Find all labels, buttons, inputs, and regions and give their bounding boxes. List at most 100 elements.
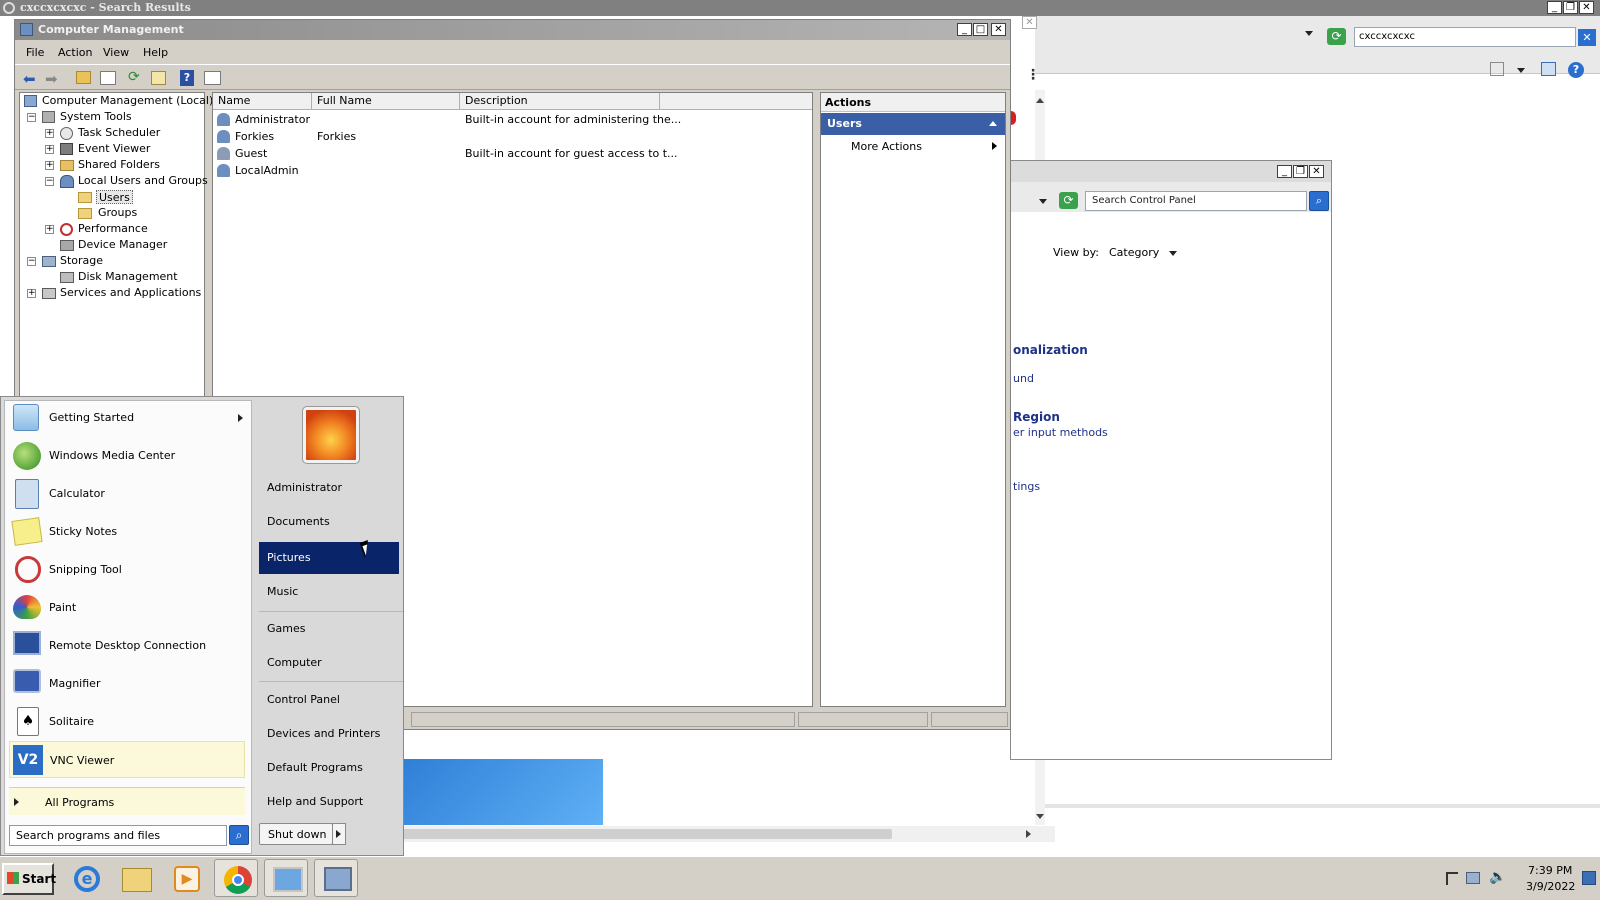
all-programs-item[interactable]: All Programs — [9, 787, 245, 815]
background-close-button[interactable]: ✕ — [1579, 1, 1594, 14]
place-administrator[interactable]: Administrator — [259, 472, 399, 504]
collapse-local-users-icon[interactable]: − — [45, 177, 54, 186]
taskbar-media-player[interactable]: ▶ — [164, 859, 208, 897]
program-magnifier[interactable]: Magnifier — [9, 665, 245, 702]
more-actions-item[interactable]: More Actions — [821, 137, 1005, 157]
control-panel-refresh-icon[interactable]: ⟳ — [1059, 192, 1078, 209]
scroll-right-icon[interactable] — [1026, 830, 1031, 838]
menu-action[interactable]: Action — [58, 46, 92, 59]
back-arrow-icon[interactable]: ⬅ — [23, 70, 36, 88]
search-control-panel-input[interactable]: Search Control Panel — [1085, 191, 1307, 211]
program-snipping-tool[interactable]: Snipping Tool — [9, 551, 245, 588]
scroll-down-icon[interactable] — [1036, 814, 1044, 819]
view-options-icon[interactable] — [1490, 62, 1504, 76]
view-dropdown-icon[interactable] — [1517, 68, 1525, 73]
clock-language-region-link[interactable]: Region — [1013, 410, 1060, 424]
view-by-dropdown[interactable]: Category — [1109, 246, 1177, 259]
background-restore-button[interactable]: ❐ — [1563, 1, 1578, 14]
start-button[interactable]: Start — [2, 863, 56, 895]
expand-event-viewer-icon[interactable]: + — [45, 145, 54, 154]
scroll-up-icon[interactable] — [1036, 98, 1044, 103]
refresh-icon[interactable]: ⟳ — [1327, 28, 1346, 45]
background-h-scrollbar[interactable] — [400, 826, 1055, 842]
search-results-input[interactable]: cxccxcxcxc — [1354, 27, 1576, 47]
control-panel-address-dropdown-icon[interactable] — [1039, 199, 1047, 204]
start-search-input[interactable]: Search programs and files — [9, 825, 227, 846]
program-calculator[interactable]: Calculator — [9, 475, 245, 512]
help-icon[interactable]: ? — [1568, 62, 1584, 78]
change-input-methods-link[interactable]: er input methods — [1013, 426, 1108, 439]
up-folder-icon[interactable] — [76, 71, 91, 84]
clock-date[interactable]: 3/9/2022 — [1526, 880, 1575, 893]
place-music[interactable]: Music — [259, 576, 399, 608]
place-games[interactable]: Games — [259, 613, 399, 645]
control-panel-close-button[interactable]: ✕ — [1309, 165, 1324, 178]
show-desktop-icon[interactable] — [1582, 871, 1596, 885]
taskbar-internet-explorer[interactable]: e — [64, 859, 108, 897]
shutdown-button[interactable]: Shut down — [259, 823, 333, 845]
shutdown-options-button[interactable] — [332, 823, 346, 845]
export-list-icon[interactable] — [151, 71, 166, 85]
program-paint[interactable]: Paint — [9, 589, 245, 626]
place-pictures[interactable]: Pictures — [259, 542, 399, 574]
taskbar-computer-management[interactable] — [314, 859, 358, 897]
volume-icon[interactable]: 🔈 — [1489, 869, 1506, 885]
collapse-storage-icon[interactable]: − — [27, 257, 36, 266]
action-center-flag-icon[interactable] — [1446, 872, 1458, 885]
h-scroll-thumb[interactable] — [400, 829, 892, 839]
collapse-section-icon[interactable] — [989, 121, 997, 126]
table-row[interactable]: LocalAdmin — [217, 162, 807, 179]
preview-pane-icon[interactable] — [1541, 62, 1556, 76]
place-documents[interactable]: Documents — [259, 506, 399, 538]
program-vnc-viewer[interactable]: V2 VNC Viewer — [9, 741, 245, 778]
control-panel-restore-button[interactable]: ❐ — [1293, 165, 1308, 178]
table-row[interactable]: Administrator Built-in account for admin… — [217, 111, 807, 128]
place-help-support[interactable]: Help and Support — [259, 786, 399, 818]
optimize-settings-link[interactable]: tings — [1013, 480, 1040, 493]
more-options-icon[interactable]: ⋮ — [1026, 67, 1040, 83]
column-header-name[interactable]: Name — [213, 93, 312, 109]
cm-minimize-button[interactable]: _ — [957, 23, 972, 36]
taskbar-control-panel[interactable] — [264, 859, 308, 897]
control-panel-search-icon[interactable]: ⌕ — [1309, 191, 1329, 211]
table-row[interactable]: Forkies Forkies — [217, 128, 807, 145]
start-search-icon[interactable]: ⌕ — [229, 825, 249, 845]
taskbar-chrome[interactable] — [214, 859, 258, 897]
program-solitaire[interactable]: ♠ Solitaire — [9, 703, 245, 740]
floating-close-button[interactable]: ✕ — [1022, 16, 1037, 29]
expand-shared-folders-icon[interactable]: + — [45, 161, 54, 170]
collapse-system-tools-icon[interactable]: − — [27, 113, 36, 122]
show-action-pane-icon[interactable] — [204, 71, 221, 85]
expand-performance-icon[interactable]: + — [45, 225, 54, 234]
program-sticky-notes[interactable]: Sticky Notes — [9, 513, 245, 550]
place-control-panel[interactable]: Control Panel — [259, 684, 399, 716]
control-panel-minimize-button[interactable]: _ — [1277, 165, 1292, 178]
change-background-link[interactable]: und — [1013, 372, 1034, 385]
taskbar-explorer[interactable] — [114, 859, 158, 897]
network-icon[interactable] — [1466, 872, 1480, 884]
expand-task-scheduler-icon[interactable]: + — [45, 129, 54, 138]
cm-maximize-button[interactable]: □ — [973, 23, 988, 36]
column-header-description[interactable]: Description — [460, 93, 660, 109]
menu-file[interactable]: File — [26, 46, 44, 59]
place-devices-printers[interactable]: Devices and Printers — [259, 718, 399, 750]
menu-view[interactable]: View — [103, 46, 129, 59]
help-book-icon[interactable]: ? — [180, 70, 194, 86]
table-row[interactable]: Guest Built-in account for guest access … — [217, 145, 807, 162]
cm-close-button[interactable]: ✕ — [991, 23, 1006, 36]
program-getting-started[interactable]: Getting Started — [9, 399, 245, 436]
place-computer[interactable]: Computer — [259, 647, 399, 679]
clock-time[interactable]: 7:39 PM — [1528, 864, 1572, 877]
menu-help[interactable]: Help — [143, 46, 168, 59]
column-header-full-name[interactable]: Full Name — [312, 93, 460, 109]
expand-services-apps-icon[interactable]: + — [27, 289, 36, 298]
user-picture[interactable] — [302, 406, 360, 464]
background-minimize-button[interactable]: _ — [1547, 1, 1562, 14]
program-remote-desktop[interactable]: Remote Desktop Connection — [9, 627, 245, 664]
refresh-list-icon[interactable]: ⟳ — [128, 69, 140, 85]
actions-section-users[interactable]: Users — [821, 113, 1005, 135]
program-windows-media-center[interactable]: Windows Media Center — [9, 437, 245, 474]
appearance-personalization-link[interactable]: onalization — [1013, 343, 1088, 357]
clear-search-icon[interactable]: ✕ — [1578, 29, 1596, 46]
forward-arrow-icon[interactable]: ➡ — [45, 70, 58, 88]
